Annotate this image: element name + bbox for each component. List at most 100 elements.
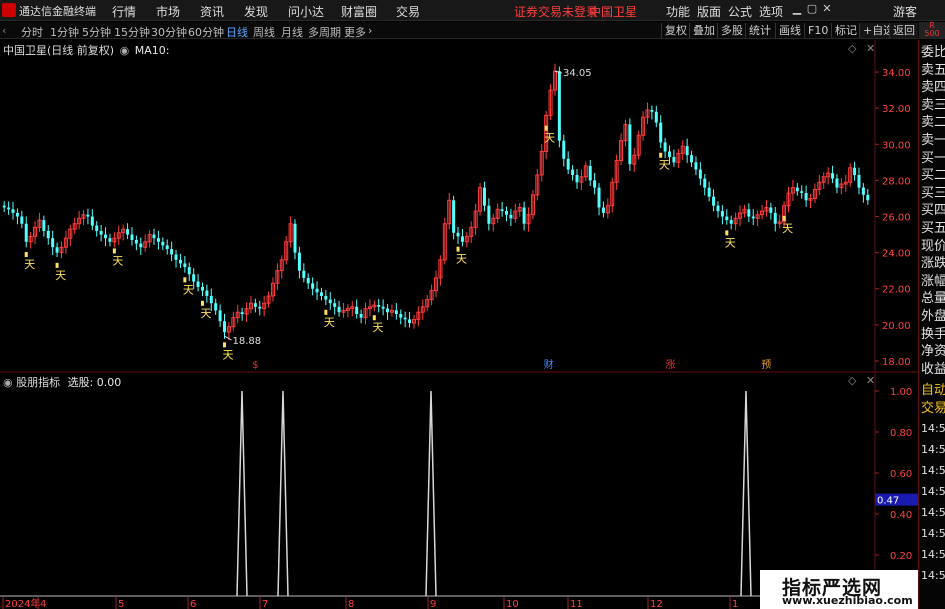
trade-time: 14:56 [921,422,945,435]
period-5min[interactable]: 5分钟 [82,24,111,40]
quote-label[interactable]: 现价 [921,238,945,256]
candle-body [99,230,103,235]
x-tick-label: 10 [506,599,519,609]
quote-label[interactable]: 卖四 [921,79,945,97]
settings-circle-icon[interactable]: ◉ [120,44,130,57]
menu-item-shichang[interactable]: 市场 [156,3,180,20]
signal-char: 天 [223,348,234,361]
quote-label[interactable]: 涨幅 [921,273,945,291]
menu-item-zixun[interactable]: 资讯 [200,3,224,20]
candle-body [311,283,315,289]
menu-item-banmian[interactable]: 版面 [697,3,721,20]
f10-button[interactable]: F10 [804,23,831,38]
signal-char: 天 [112,254,123,267]
duogu-button[interactable]: 多股 [717,23,746,38]
quote-label[interactable]: 自动 [921,382,945,400]
candle-body [831,173,835,179]
menu-item-wenxiaoda[interactable]: 问小达 [288,3,324,20]
candle-body [751,216,755,219]
menu-item-hangqing[interactable]: 行情 [112,3,136,20]
period-more[interactable]: 更多 [344,24,366,40]
quote-label[interactable]: 卖五 [921,62,945,80]
quote-label[interactable]: 外盘 [921,308,945,326]
current-stock-name: 中国卫星 [589,5,638,19]
signal-bar [372,315,376,321]
sub-y-tick-label: 0.20 [890,551,912,562]
candle-body [55,247,59,253]
candle-body [187,267,191,275]
app-logo-icon [2,3,16,17]
close-icon[interactable]: ✕ [820,2,834,16]
menu-item-jiaoyi[interactable]: 交易 [396,3,420,20]
panel-close-icon[interactable]: ✕ [866,42,875,55]
menu-item-faxian[interactable]: 发现 [244,3,268,20]
ma10-label: MA10: [134,44,170,57]
period-fenshi[interactable]: 分时 [21,24,43,40]
x-tick-label: 12 [650,599,663,609]
y-tick-label: 26.00 [882,213,911,224]
app-window: 通达信金融终端 行情 市场 资讯 发现 问小达 财富圈 交易 证券交易未登录 中… [0,0,945,609]
sub-close-icon[interactable]: ✕ [866,374,875,387]
signal-bar [200,300,204,306]
diamond-icon[interactable]: ◇ [848,42,856,55]
low-price-pointer [224,335,232,341]
candle-body [694,162,698,170]
period-daily[interactable]: 日线 [226,24,248,40]
signal-char: 天 [782,222,793,235]
quote-label[interactable]: 卖三 [921,97,945,115]
menu-item-gongshi[interactable]: 公式 [728,3,752,20]
badge-line2: 500 [924,29,940,38]
tongji-button[interactable]: 统计 [745,23,774,38]
diejia-button[interactable]: 叠加 [689,23,718,38]
quote-label[interactable]: 交易 [921,400,945,418]
r500-badge: R 500 [919,22,945,39]
chart-canvas[interactable]: 34.0518.88 天天天天天天天 天天天天天天 $ 财涨预 34.0032.00… [0,40,918,609]
quote-label[interactable]: 涨跌 [921,255,945,273]
more-chevron-icon[interactable]: › [368,24,372,37]
sub-settings-icon[interactable]: ◉ [3,376,13,389]
quote-label[interactable]: 买二 [921,167,945,185]
quote-label[interactable]: 买一 [921,150,945,168]
quote-label[interactable]: 买三 [921,185,945,203]
quote-label[interactable]: 卖二 [921,114,945,132]
candle-body [86,214,90,217]
candle-body [720,211,724,217]
menu-item-xuanxiang[interactable]: 选项 [759,3,783,20]
candle-body [196,281,200,287]
period-15min[interactable]: 15分钟 [114,24,150,40]
fuquan-button[interactable]: 复权 [661,23,690,38]
y-tick-label: 20.00 [882,321,911,332]
minimize-icon[interactable]: ▁ [790,2,804,16]
menu-item-caifuquan[interactable]: 财富圈 [341,3,377,20]
sub-diamond-icon[interactable]: ◇ [848,374,856,387]
high-price-label: 34.05 [563,68,592,79]
guest-label[interactable]: 游客 [893,3,917,20]
period-1min[interactable]: 1分钟 [50,24,79,40]
candle-series: 34.05 18.88 [2,63,870,347]
biaoji-button[interactable]: 标记 [831,23,860,38]
chart-title-text: 中国卫星(日线 前复权) [3,44,115,57]
signal-bar [183,277,187,283]
period-60min[interactable]: 60分钟 [188,24,224,40]
quote-label[interactable]: 净资 [921,343,945,361]
quote-label[interactable]: 卖一 [921,132,945,150]
period-multi[interactable]: 多周期 [308,24,341,40]
quote-label[interactable]: 买四 [921,202,945,220]
quote-label[interactable]: 买五 [921,220,945,238]
back-button[interactable]: 返回 [889,23,918,38]
period-weekly[interactable]: 周线 [253,24,275,40]
candle-body [562,140,566,159]
quote-label[interactable]: 委比 [921,44,945,62]
menu-item-gongneng[interactable]: 功能 [666,3,690,20]
trade-time: 14:56 [921,569,945,582]
huaxian-button[interactable]: 画线 [775,23,804,38]
login-status[interactable]: 证券交易未登录 [514,3,598,20]
quote-label[interactable]: 换手 [921,326,945,344]
period-30min[interactable]: 30分钟 [151,24,187,40]
toolbar-left-arrow-icon[interactable]: ‹ [2,24,6,37]
quote-label[interactable]: 总量 [921,290,945,308]
quote-label[interactable]: 收益 [921,361,945,379]
maximize-icon[interactable]: ▢ [805,2,819,16]
period-monthly[interactable]: 月线 [281,24,303,40]
candle-body [557,71,561,141]
